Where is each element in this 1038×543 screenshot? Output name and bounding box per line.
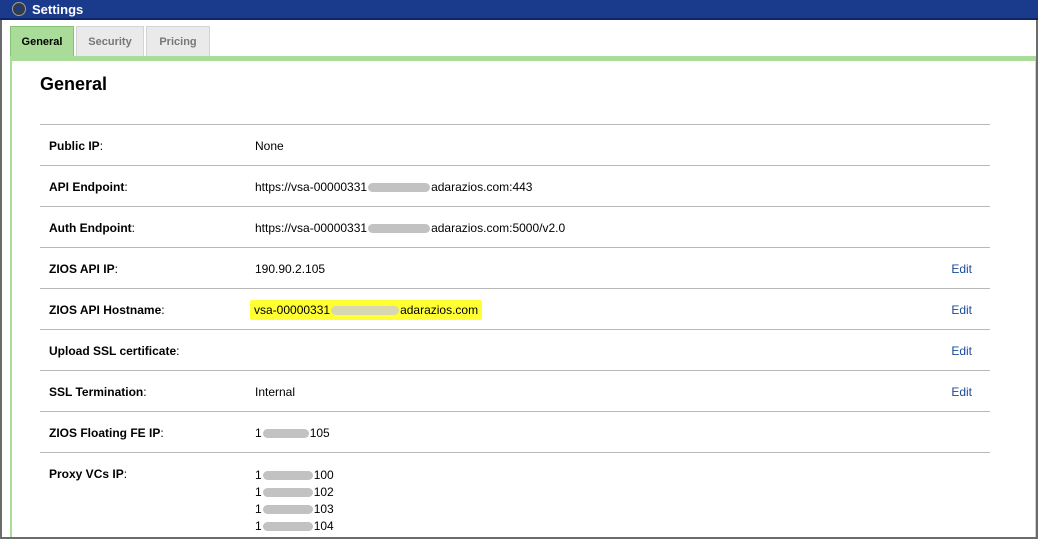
label-api-endpoint: API Endpoint: [49, 180, 128, 194]
edit-upload-ssl-link[interactable]: Edit [951, 344, 972, 358]
tab-general[interactable]: General [10, 26, 74, 56]
value-auth-endpoint: https://vsa-00000331 adarazios.com:5000/v… [255, 221, 566, 235]
label-auth-endpoint: Auth Endpoint: [49, 221, 135, 235]
tab-pricing[interactable]: Pricing [146, 26, 210, 56]
row-proxy-vcs-ip: Proxy VCs IP: 1 100 1 102 1 103 1 104 [40, 453, 990, 543]
proxy-ip-item: 1 102 [255, 485, 334, 499]
label-ssl-termination: SSL Termination: [49, 385, 147, 399]
proxy-vcs-ip-list: 1 100 1 102 1 103 1 104 [255, 467, 334, 535]
row-upload-ssl-certificate: Upload SSL certificate: Edit [40, 330, 990, 371]
redacted-blur [262, 429, 309, 439]
label-upload-ssl-certificate: Upload SSL certificate: [49, 344, 180, 358]
edit-ssl-termination-link[interactable]: Edit [951, 385, 972, 399]
section-title: General [40, 74, 108, 94]
label-proxy-vcs-ip: Proxy VCs IP: [49, 467, 128, 481]
value-public-ip: None [255, 139, 284, 153]
label-zios-api-hostname: ZIOS API Hostname: [49, 303, 165, 317]
window-title: Settings [32, 2, 84, 17]
edit-zios-api-ip-link[interactable]: Edit [951, 262, 972, 276]
settings-gear-icon [12, 2, 26, 16]
label-zios-floating-fe-ip: ZIOS Floating FE IP: [49, 426, 164, 440]
value-zios-api-ip: 190.90.2.105 [255, 262, 326, 276]
row-zios-api-ip: ZIOS API IP: 190.90.2.105 Edit [40, 248, 990, 289]
redacted-blur [331, 306, 400, 316]
proxy-ip-item: 1 104 [255, 519, 334, 533]
row-auth-endpoint: Auth Endpoint: https://vsa-00000331 adara… [40, 207, 990, 248]
value-ssl-termination: Internal [255, 385, 296, 399]
row-zios-floating-fe-ip: ZIOS Floating FE IP: 1 105 [40, 412, 990, 453]
proxy-ip-item: 1 103 [255, 502, 334, 516]
proxy-ip-item: 1 100 [255, 468, 334, 482]
redacted-blur [262, 505, 313, 515]
tab-security[interactable]: Security [76, 26, 144, 56]
hostname-highlight: vsa-00000331 adarazios.com [250, 300, 483, 320]
window-titlebar: Settings [0, 0, 1038, 20]
label-zios-api-ip: ZIOS API IP: [49, 262, 118, 276]
row-ssl-termination: SSL Termination: Internal Edit [40, 371, 990, 412]
redacted-blur [262, 522, 313, 532]
settings-table: Public IP: None API Endpoint: https://vs… [40, 124, 990, 543]
value-api-endpoint: https://vsa-00000331 adarazios.com:443 [255, 180, 533, 194]
value-zios-floating-fe-ip: 1 105 [255, 426, 330, 440]
row-public-ip: Public IP: None [40, 125, 990, 166]
value-zios-api-hostname: vsa-00000331 adarazios.com [250, 300, 483, 320]
redacted-blur [262, 471, 313, 481]
edit-zios-api-hostname-link[interactable]: Edit [951, 303, 972, 317]
row-api-endpoint: API Endpoint: https://vsa-00000331 adaraz… [40, 166, 990, 207]
redacted-blur [368, 183, 431, 193]
redacted-blur [368, 224, 431, 234]
redacted-blur [262, 488, 313, 498]
row-zios-api-hostname: ZIOS API Hostname: vsa-00000331 adarazios… [40, 289, 990, 330]
label-public-ip: Public IP: [49, 139, 104, 153]
